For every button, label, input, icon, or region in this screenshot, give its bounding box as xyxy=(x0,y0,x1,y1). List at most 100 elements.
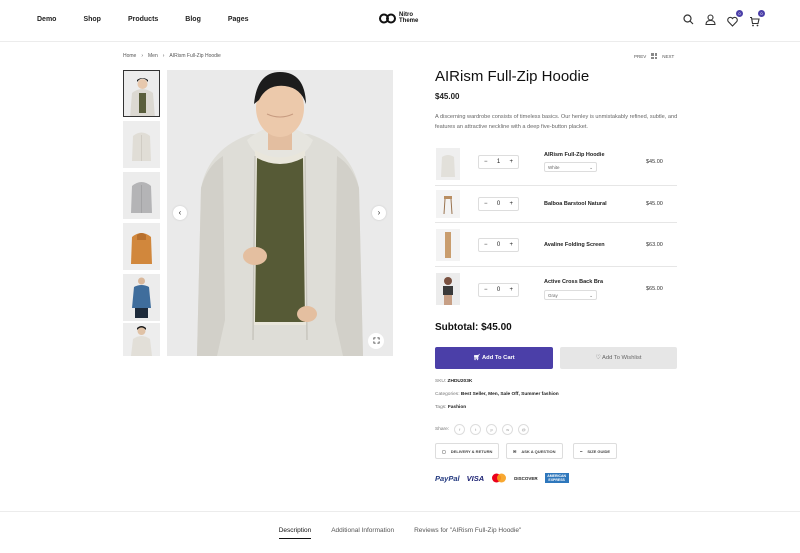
sku-value: ZHDU203K xyxy=(447,379,473,384)
heart-icon xyxy=(727,16,738,27)
next-link[interactable]: NEXT xyxy=(662,54,674,59)
thumbnail-image xyxy=(123,223,160,270)
increment-button[interactable]: + xyxy=(509,242,513,248)
tags-line: Tags: Fashion xyxy=(435,405,467,410)
add-to-wishlist-button[interactable]: ♡ Add To Wishlist xyxy=(560,347,677,369)
product-title: AIRism Full-Zip Hoodie xyxy=(435,68,590,85)
delivery-return-button[interactable]: ▢ DELIVERY & RETURN xyxy=(435,443,500,459)
wishlist-button[interactable]: 0 xyxy=(727,10,743,27)
bundle-thumb xyxy=(436,229,460,261)
categories-line: Categories: Best Seller, Men, Sale Off, … xyxy=(435,392,559,397)
tab-additional-information[interactable]: Additional Information xyxy=(331,527,394,539)
bundle-item-price: $45.00 xyxy=(646,201,663,207)
quantity-value: 1 xyxy=(496,159,501,165)
thumbnail-2[interactable] xyxy=(123,121,160,168)
nav-products[interactable]: Products xyxy=(128,16,158,23)
share-row: Share: f t p w @ xyxy=(435,424,530,435)
product-description: A discerning wardrobe consists of timele… xyxy=(435,114,678,130)
pinterest-icon[interactable]: p xyxy=(486,424,498,435)
increment-button[interactable]: + xyxy=(509,201,513,207)
visa-logo: VISA xyxy=(466,473,485,483)
tabs-divider xyxy=(0,511,800,512)
tab-description[interactable]: Description xyxy=(278,527,312,539)
bundle-item-price: $63.00 xyxy=(646,242,663,248)
quantity-value: 0 xyxy=(496,201,501,207)
product-photo xyxy=(167,70,393,356)
chevron-down-icon: ⌄ xyxy=(589,165,593,170)
quantity-stepper[interactable]: − 0 + xyxy=(478,238,519,252)
bundle-item-name[interactable]: Avaline Folding Screen xyxy=(544,242,605,248)
cart-count-badge: 0 xyxy=(758,10,765,17)
quantity-stepper[interactable]: − 0 + xyxy=(478,197,519,211)
thumbnail-5[interactable] xyxy=(123,274,160,321)
bundle-thumb xyxy=(436,148,460,180)
decrement-button[interactable]: − xyxy=(484,159,488,165)
user-icon[interactable] xyxy=(705,14,716,25)
decrement-button[interactable]: − xyxy=(484,242,488,248)
prev-image-button[interactable]: ‹ xyxy=(173,206,187,220)
nav-pages[interactable]: Pages xyxy=(228,16,249,23)
quantity-stepper[interactable]: − 0 + xyxy=(478,283,519,297)
nav-demo[interactable]: Demo xyxy=(37,16,56,23)
breadcrumb-home[interactable]: Home xyxy=(123,53,136,59)
mail-icon: ✉ xyxy=(513,448,517,454)
breadcrumb-current: AIRism Full-Zip Hoodie xyxy=(169,53,221,59)
next-image-button[interactable]: › xyxy=(372,206,386,220)
cart-icon xyxy=(750,16,760,27)
quantity-stepper[interactable]: − 1 + xyxy=(478,155,519,169)
facebook-icon[interactable]: f xyxy=(454,424,466,435)
thumbnail-6[interactable] xyxy=(123,323,160,356)
product-pager: PREV NEXT xyxy=(634,53,674,59)
cart-button[interactable]: 0 xyxy=(749,10,765,27)
ask-question-button[interactable]: ✉ ASK A QUESTION xyxy=(506,443,563,459)
tag-link[interactable]: Fashion xyxy=(448,405,466,410)
add-to-cart-button[interactable]: 🛒︎ Add To Cart xyxy=(435,347,553,369)
prev-link[interactable]: PREV xyxy=(634,54,646,59)
breadcrumb-separator: › xyxy=(162,53,165,59)
quantity-value: 0 xyxy=(496,242,501,248)
grid-icon[interactable] xyxy=(651,53,658,59)
categories-links[interactable]: Best Seller, Men, Sale Off, Summer fashi… xyxy=(461,392,559,397)
variant-select[interactable]: White ⌄ xyxy=(544,162,597,172)
thumbnail-image xyxy=(123,323,160,356)
bundle-item-price: $45.00 xyxy=(646,159,663,165)
thumbnail-3[interactable] xyxy=(123,172,160,219)
nav-shop[interactable]: Shop xyxy=(83,16,101,23)
size-guide-button[interactable]: ┅ SIZE GUIDE xyxy=(573,443,618,459)
whatsapp-icon[interactable]: w xyxy=(502,424,514,435)
bundle-row: − 0 + Active Cross Back Bra Gray ⌄ $65.00 xyxy=(435,267,677,313)
breadcrumb-men[interactable]: Men xyxy=(148,53,158,59)
variant-select[interactable]: Gray ⌄ xyxy=(544,290,597,300)
heart-icon: ♡ xyxy=(595,355,601,361)
header-icons: 0 0 xyxy=(683,10,765,27)
tab-reviews[interactable]: Reviews for "AIRism Full-Zip Hoodie" xyxy=(414,527,521,539)
twitter-icon[interactable]: t xyxy=(470,424,482,435)
share-label: Share: xyxy=(435,427,450,432)
email-icon[interactable]: @ xyxy=(518,424,530,435)
mastercard-logo xyxy=(492,473,507,483)
amex-logo: AMERICAN EXPRESS xyxy=(544,473,569,483)
bundle-row: − 0 + Balboa Barstool Natural $45.00 xyxy=(435,186,677,223)
thumbnail-4[interactable] xyxy=(123,223,160,270)
increment-button[interactable]: + xyxy=(509,287,513,293)
bundle-item-name[interactable]: Active Cross Back Bra xyxy=(544,279,603,285)
chevron-right-icon: › xyxy=(377,208,381,217)
search-icon[interactable] xyxy=(683,14,694,25)
main-nav: Demo Shop Products Blog Pages xyxy=(37,16,275,23)
logo-icon xyxy=(379,13,396,23)
thumbnail-image xyxy=(123,274,160,321)
thumbnail-image xyxy=(123,172,160,219)
breadcrumb: Home › Men › AIRism Full-Zip Hoodie xyxy=(123,53,221,59)
decrement-button[interactable]: − xyxy=(484,201,488,207)
thumbnail-1[interactable] xyxy=(123,70,160,117)
nav-blog[interactable]: Blog xyxy=(185,16,201,23)
zoom-button[interactable] xyxy=(368,333,384,349)
decrement-button[interactable]: − xyxy=(484,287,488,293)
thumbnail-image xyxy=(124,71,159,116)
bundle-thumb xyxy=(436,273,460,305)
bundle-item-name[interactable]: Balboa Barstool Natural xyxy=(544,201,607,207)
site-logo[interactable]: Nitro Theme xyxy=(379,12,425,24)
increment-button[interactable]: + xyxy=(509,159,513,165)
bundle-item-name[interactable]: AIRism Full-Zip Hoodie xyxy=(544,152,605,158)
product-main-image[interactable]: ‹ › xyxy=(167,70,393,356)
